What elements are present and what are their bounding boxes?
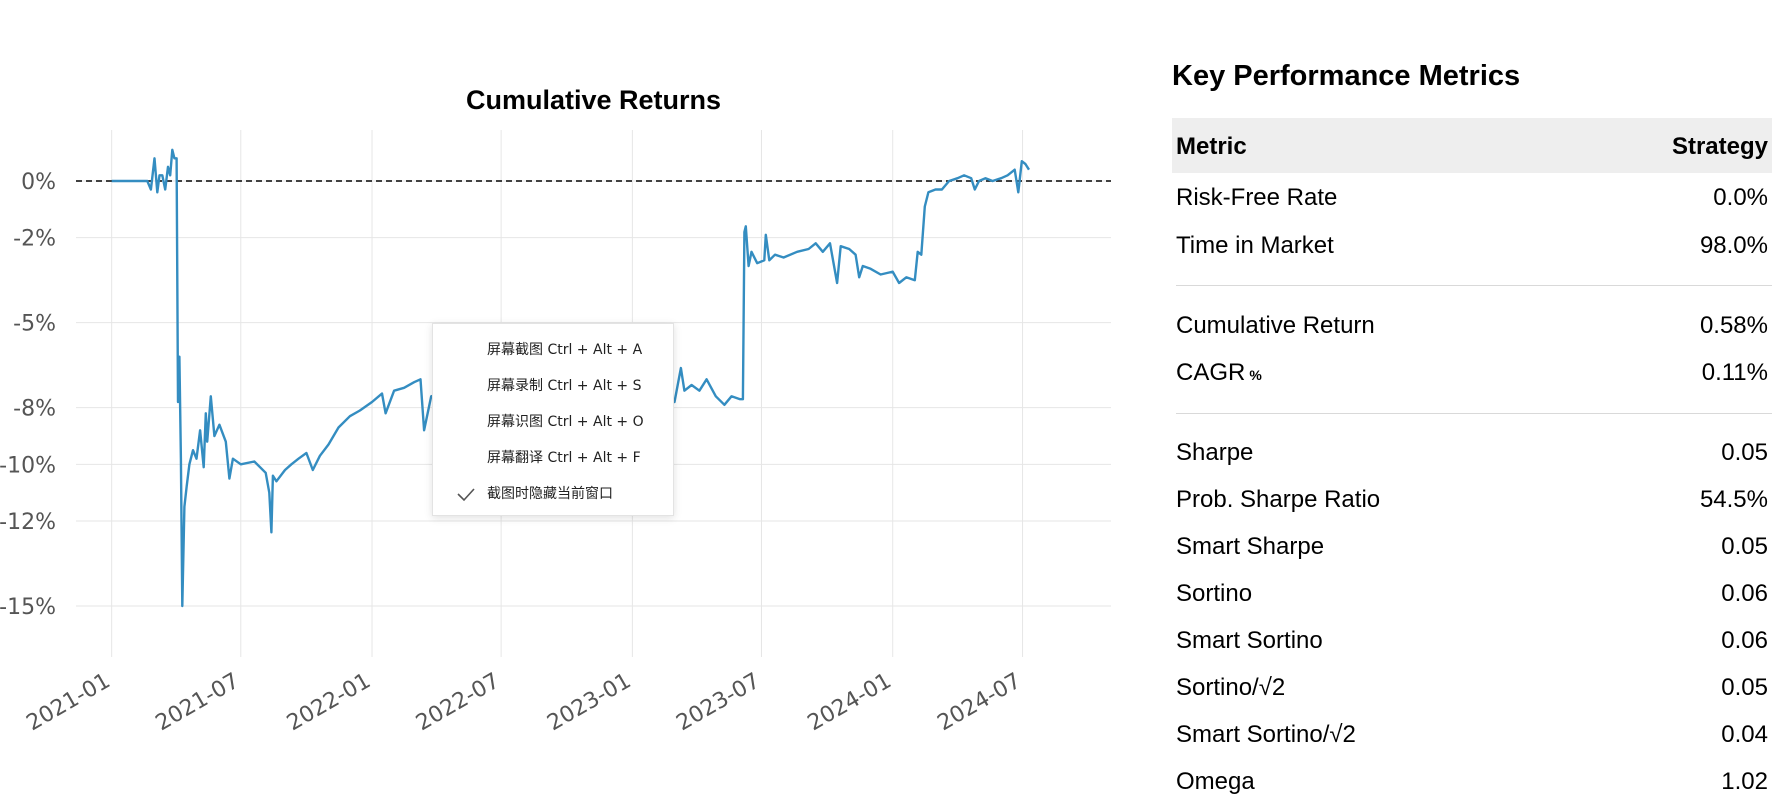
metric-label-text: CAGR [1176, 359, 1246, 386]
metric-value: 1.02 [1721, 768, 1768, 795]
metric-row: Sortino 0.06 [1172, 580, 1772, 614]
metric-row: Smart Sharpe 0.05 [1172, 533, 1772, 567]
x-tick-label: 2023-07 [672, 669, 764, 737]
x-tick-label: 2022-07 [412, 669, 504, 737]
metric-label: Smart Sortino/√2 [1176, 721, 1356, 748]
metric-label: Risk-Free Rate [1176, 184, 1338, 211]
metric-row: Risk-Free Rate 0.0% [1172, 184, 1772, 218]
metric-value: 0.05 [1721, 674, 1768, 701]
metric-value: 0.04 [1721, 721, 1768, 748]
metric-label: Prob. Sharpe Ratio [1176, 486, 1381, 513]
metric-value: 0.58% [1699, 312, 1768, 339]
y-tick-label: -10% [0, 453, 56, 478]
menu-item-screen-recognize[interactable]: 屏幕识图 Ctrl + Alt + O [433, 406, 673, 438]
metric-value: 0.05 [1721, 533, 1768, 560]
metric-value: 54.5% [1699, 486, 1768, 513]
metric-value: 0.06 [1721, 580, 1768, 607]
metric-row: Smart Sortino/√2 0.04 [1172, 721, 1772, 755]
x-tick-label: 2022-01 [283, 669, 375, 737]
metric-value: 0.11% [1701, 359, 1768, 386]
metric-row: Omega 1.02 [1172, 768, 1772, 802]
metric-label: Omega [1176, 768, 1255, 795]
checkmark-icon [457, 488, 475, 502]
metric-row: Prob. Sharpe Ratio 54.5% [1172, 486, 1772, 520]
y-tick-label: -2% [13, 227, 56, 252]
metric-label: CAGR% [1176, 359, 1262, 387]
metric-value: 98.0% [1699, 232, 1768, 259]
metrics-table-header: Metric Strategy [1172, 118, 1772, 173]
metric-value: 0.05 [1721, 439, 1768, 466]
x-tick-label: 2023-01 [543, 669, 635, 737]
metric-label: Sharpe [1176, 439, 1254, 466]
chart-title: Cumulative Returns [466, 85, 721, 115]
metric-value: 0.06 [1721, 627, 1768, 654]
metrics-title: Key Performance Metrics [1172, 60, 1521, 92]
y-tick-label: -15% [0, 595, 56, 620]
menu-item-screen-translate[interactable]: 屏幕翻译 Ctrl + Alt + F [433, 442, 673, 474]
menu-item-hide-window[interactable]: 截图时隐藏当前窗口 [433, 478, 673, 510]
metric-row: Sharpe 0.05 [1172, 439, 1772, 473]
metric-row: CAGR% 0.11% [1172, 359, 1772, 393]
menu-item-label: 屏幕录制 Ctrl + Alt + S [487, 378, 642, 394]
header-strategy: Strategy [1671, 133, 1768, 160]
metric-row: Smart Sortino 0.06 [1172, 627, 1772, 661]
y-tick-label: -8% [13, 397, 56, 422]
menu-item-screen-record[interactable]: 屏幕录制 Ctrl + Alt + S [433, 370, 673, 402]
metric-label: Smart Sortino [1176, 627, 1323, 654]
metric-label: Sortino/√2 [1176, 674, 1286, 701]
x-tick-label: 2021-07 [152, 669, 244, 737]
metrics-divider [1176, 285, 1772, 286]
menu-item-label: 截图时隐藏当前窗口 [487, 486, 613, 502]
y-tick-label: -12% [0, 510, 56, 535]
menu-item-label: 屏幕翻译 Ctrl + Alt + F [487, 450, 641, 466]
metric-label: Cumulative Return [1176, 312, 1375, 339]
header-metric: Metric [1176, 133, 1247, 160]
menu-item-label: 屏幕截图 Ctrl + Alt + A [487, 342, 643, 358]
x-tick-label: 2021-01 [23, 669, 115, 737]
metric-row: Sortino/√2 0.05 [1172, 674, 1772, 708]
metric-label: Smart Sharpe [1176, 533, 1325, 560]
menu-item-screenshot[interactable]: 屏幕截图 Ctrl + Alt + A [433, 334, 673, 366]
context-menu[interactable]: 屏幕截图 Ctrl + Alt + A 屏幕录制 Ctrl + Alt + S … [432, 323, 674, 516]
menu-item-label: 屏幕识图 Ctrl + Alt + O [487, 414, 644, 430]
y-tick-label: 0% [21, 170, 56, 195]
metric-label-suffix: % [1249, 367, 1262, 383]
metric-value: 0.0% [1713, 184, 1768, 211]
x-tick-label: 2024-07 [933, 669, 1025, 737]
metrics-divider [1176, 413, 1772, 414]
metric-label: Time in Market [1176, 232, 1334, 259]
metric-row: Time in Market 98.0% [1172, 232, 1772, 266]
metric-row: Cumulative Return 0.58% [1172, 312, 1772, 346]
metric-label: Sortino [1176, 580, 1253, 607]
y-tick-label: -5% [13, 312, 56, 337]
x-tick-label: 2024-01 [804, 669, 896, 737]
